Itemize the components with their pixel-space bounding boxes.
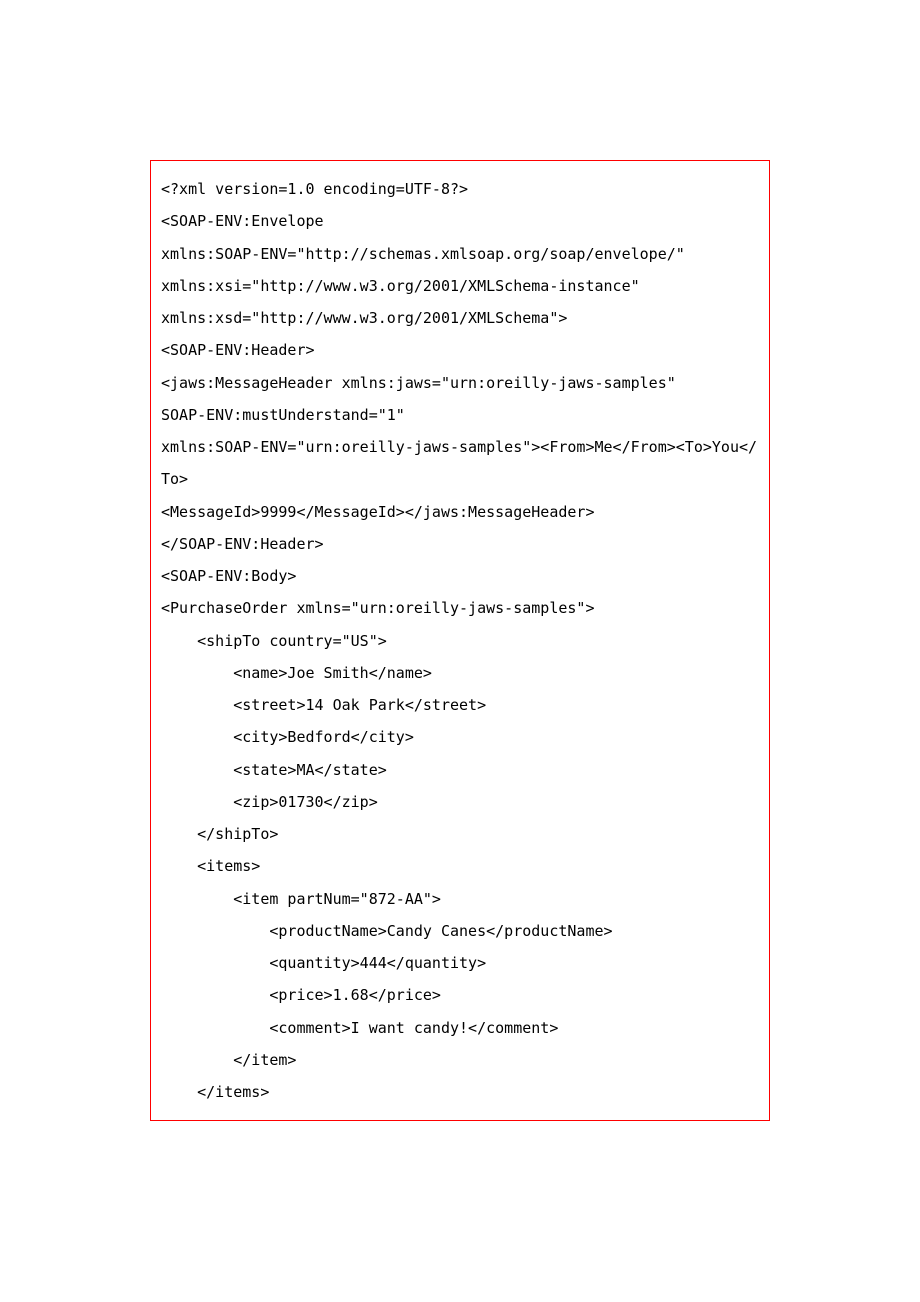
xml-code-block: <?xml version=1.0 encoding=UTF-8?> <SOAP…	[150, 160, 770, 1121]
code-content: <?xml version=1.0 encoding=UTF-8?> <SOAP…	[161, 180, 757, 1101]
